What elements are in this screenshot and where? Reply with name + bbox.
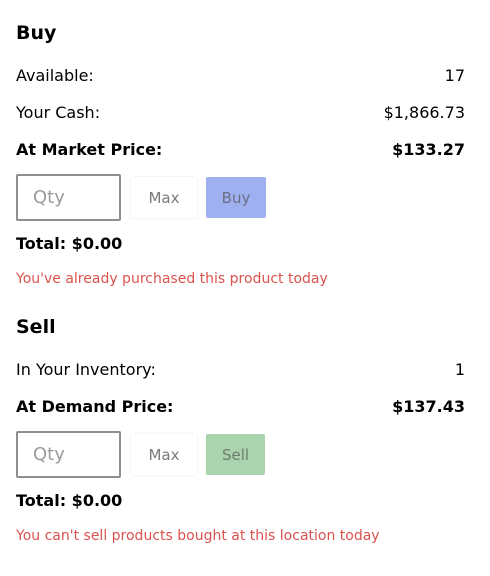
inventory-label: In Your Inventory: — [16, 360, 156, 379]
demand-price-row: At Demand Price: $137.43 — [16, 397, 465, 417]
sell-title: Sell — [16, 316, 56, 338]
sell-button[interactable]: Sell — [206, 434, 265, 475]
sell-section: Sell In Your Inventory: 1 At Demand Pric… — [16, 0, 465, 576]
sell-total: Total: $0.00 — [16, 491, 123, 510]
inventory-value: 1 — [454, 360, 465, 379]
sell-max-button[interactable]: Max — [131, 434, 197, 475]
sell-qty-input[interactable] — [16, 431, 121, 478]
inventory-row: In Your Inventory: 1 — [16, 360, 465, 380]
demand-price-value: $137.43 — [392, 397, 465, 416]
demand-price-label: At Demand Price: — [16, 397, 174, 416]
sell-controls: Max Sell — [16, 431, 265, 478]
sell-error-message: You can't sell products bought at this l… — [16, 528, 380, 544]
